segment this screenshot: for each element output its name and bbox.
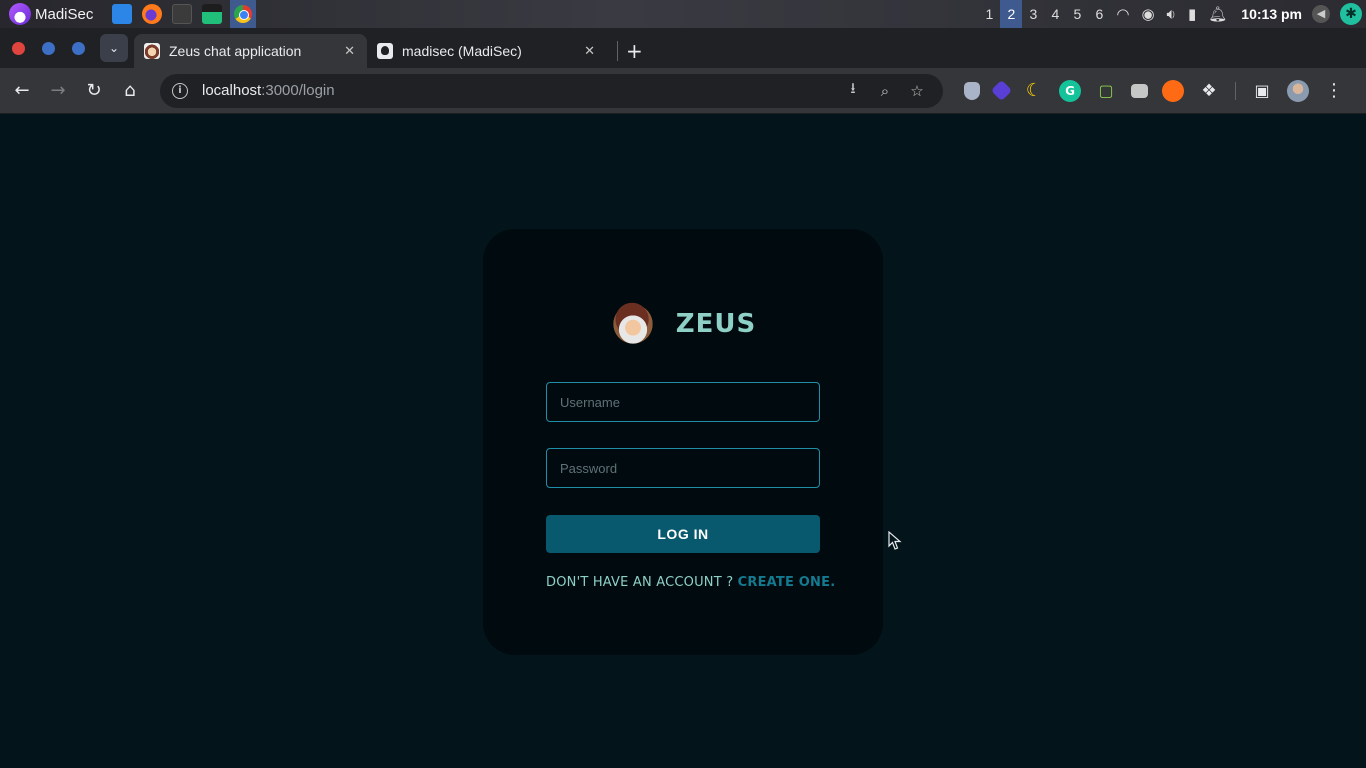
address-bar-actions: ⭳ ⌕ ☆ bbox=[837, 78, 933, 103]
os-panel-left: MadiSec bbox=[0, 0, 257, 28]
video-extension-icon[interactable] bbox=[1131, 83, 1148, 98]
tab-zeus-chat[interactable]: Zeus chat application ✕ bbox=[134, 34, 367, 68]
files-launcher-icon[interactable] bbox=[112, 4, 133, 24]
layers-extension-icon[interactable] bbox=[990, 79, 1013, 102]
login-button[interactable]: LOG IN bbox=[546, 515, 820, 553]
login-page: ZEUS LOG IN DON'T HAVE AN ACCOUNT ? CREA… bbox=[0, 115, 1366, 768]
firefox-launcher-icon[interactable] bbox=[142, 4, 163, 24]
clock[interactable]: 10:13 pm bbox=[1241, 6, 1302, 22]
workspace-2[interactable]: 2 bbox=[1000, 0, 1023, 28]
zeus-favicon-icon bbox=[144, 43, 160, 59]
os-user-label[interactable]: MadiSec bbox=[35, 6, 93, 23]
workspace-6[interactable]: 6 bbox=[1088, 0, 1110, 28]
site-info-icon[interactable]: i bbox=[172, 82, 188, 99]
maximize-window-button[interactable] bbox=[72, 41, 85, 55]
tab-title: Zeus chat application bbox=[169, 43, 302, 59]
github-favicon-icon bbox=[377, 43, 393, 59]
login-card: ZEUS LOG IN DON'T HAVE AN ACCOUNT ? CREA… bbox=[483, 229, 883, 655]
chrome-launcher[interactable] bbox=[230, 0, 257, 28]
zeus-logo-icon bbox=[609, 301, 656, 347]
workspace-1[interactable]: 1 bbox=[978, 0, 1000, 28]
wifi-icon[interactable]: ◠ bbox=[1116, 5, 1129, 23]
tab-github-madisec[interactable]: madisec (MadiSec) ✕ bbox=[367, 34, 607, 68]
tray-collapse-icon[interactable]: ◀ bbox=[1312, 5, 1330, 23]
chat-extension-icon[interactable]: ▢ bbox=[1095, 80, 1117, 102]
tab-search-chevron-icon[interactable]: ⌄ bbox=[100, 34, 128, 62]
chrome-icon bbox=[234, 5, 253, 23]
moon-extension-icon[interactable]: ☾ bbox=[1023, 80, 1045, 102]
browser-toolbar: ← → ↻ ⌂ i localhost:3000/login ⭳ ⌕ ☆ ☾ G… bbox=[0, 68, 1366, 114]
os-panel-right: 1 2 3 4 5 6 ◠ ◉ 🔉︎ ▮ 🔔︎ 10:13 pm ◀ ✱ bbox=[978, 0, 1366, 28]
close-window-button[interactable] bbox=[12, 41, 25, 55]
url-text[interactable]: localhost:3000/login bbox=[202, 82, 335, 99]
new-tab-button[interactable]: + bbox=[617, 41, 643, 61]
orange-extension-icon[interactable] bbox=[1162, 79, 1184, 102]
close-tab-icon[interactable]: ✕ bbox=[344, 43, 355, 59]
url-host: localhost bbox=[202, 82, 262, 99]
workspace-4[interactable]: 4 bbox=[1044, 0, 1066, 28]
grammarly-extension-icon[interactable]: G bbox=[1059, 79, 1081, 102]
address-bar[interactable]: i localhost:3000/login ⭳ ⌕ ☆ bbox=[160, 73, 943, 108]
tab-title: madisec (MadiSec) bbox=[402, 43, 522, 59]
close-tab-icon[interactable]: ✕ bbox=[584, 43, 595, 59]
mouse-cursor-icon bbox=[888, 531, 902, 550]
distro-logo-icon[interactable] bbox=[9, 3, 31, 25]
workspace-3[interactable]: 3 bbox=[1022, 0, 1044, 28]
side-panel-icon[interactable]: ▣ bbox=[1251, 80, 1273, 102]
password-input[interactable] bbox=[546, 448, 820, 488]
profile-avatar[interactable] bbox=[1287, 79, 1309, 102]
url-path: :3000/login bbox=[261, 82, 335, 99]
brand-header: ZEUS bbox=[483, 301, 883, 347]
battery-icon[interactable]: ▮ bbox=[1188, 5, 1196, 23]
window-controls bbox=[0, 28, 102, 68]
install-app-icon[interactable]: ⭳ bbox=[837, 78, 869, 103]
extensions-row: ☾ G ▢ ❖ ▣ ⋮ bbox=[957, 79, 1352, 102]
zoom-icon[interactable]: ⌕ bbox=[869, 82, 901, 100]
workspace-5[interactable]: 5 bbox=[1066, 0, 1088, 28]
terminal-launcher-icon[interactable] bbox=[172, 4, 193, 24]
signup-prompt-text: DON'T HAVE AN ACCOUNT ? bbox=[546, 575, 738, 590]
puzzle-extensions-icon[interactable]: ❖ bbox=[1198, 80, 1220, 102]
signup-prompt: DON'T HAVE AN ACCOUNT ? CREATE ONE. bbox=[546, 575, 835, 590]
minimize-window-button[interactable] bbox=[42, 41, 55, 55]
os-top-panel: MadiSec 1 2 3 4 5 6 ◠ ◉ 🔉︎ ▮ 🔔︎ 10:13 pm… bbox=[0, 0, 1366, 28]
menu-dots-icon[interactable]: ⋮ bbox=[1323, 80, 1345, 102]
create-account-link[interactable]: CREATE ONE. bbox=[738, 575, 836, 590]
shield-extension-icon[interactable] bbox=[964, 81, 980, 100]
home-icon[interactable]: ⌂ bbox=[112, 73, 148, 109]
forward-icon[interactable]: → bbox=[40, 73, 76, 109]
tray-app-icon[interactable]: ✱ bbox=[1340, 3, 1362, 25]
volume-icon[interactable]: 🔉︎ bbox=[1167, 5, 1176, 23]
brand-name: ZEUS bbox=[675, 309, 757, 339]
toolbar-divider bbox=[1235, 81, 1236, 100]
browser-tab-strip: ⌄ Zeus chat application ✕ madisec (MadiS… bbox=[0, 28, 1366, 68]
reload-icon[interactable]: ↻ bbox=[76, 73, 112, 109]
app-tray-icon[interactable]: ◉ bbox=[1141, 5, 1154, 23]
system-monitor-launcher-icon[interactable] bbox=[202, 4, 223, 24]
bookmark-star-icon[interactable]: ☆ bbox=[901, 82, 933, 100]
notification-bell-icon[interactable]: 🔔︎ bbox=[1208, 5, 1227, 23]
username-input[interactable] bbox=[546, 382, 820, 422]
back-icon[interactable]: ← bbox=[4, 73, 40, 109]
